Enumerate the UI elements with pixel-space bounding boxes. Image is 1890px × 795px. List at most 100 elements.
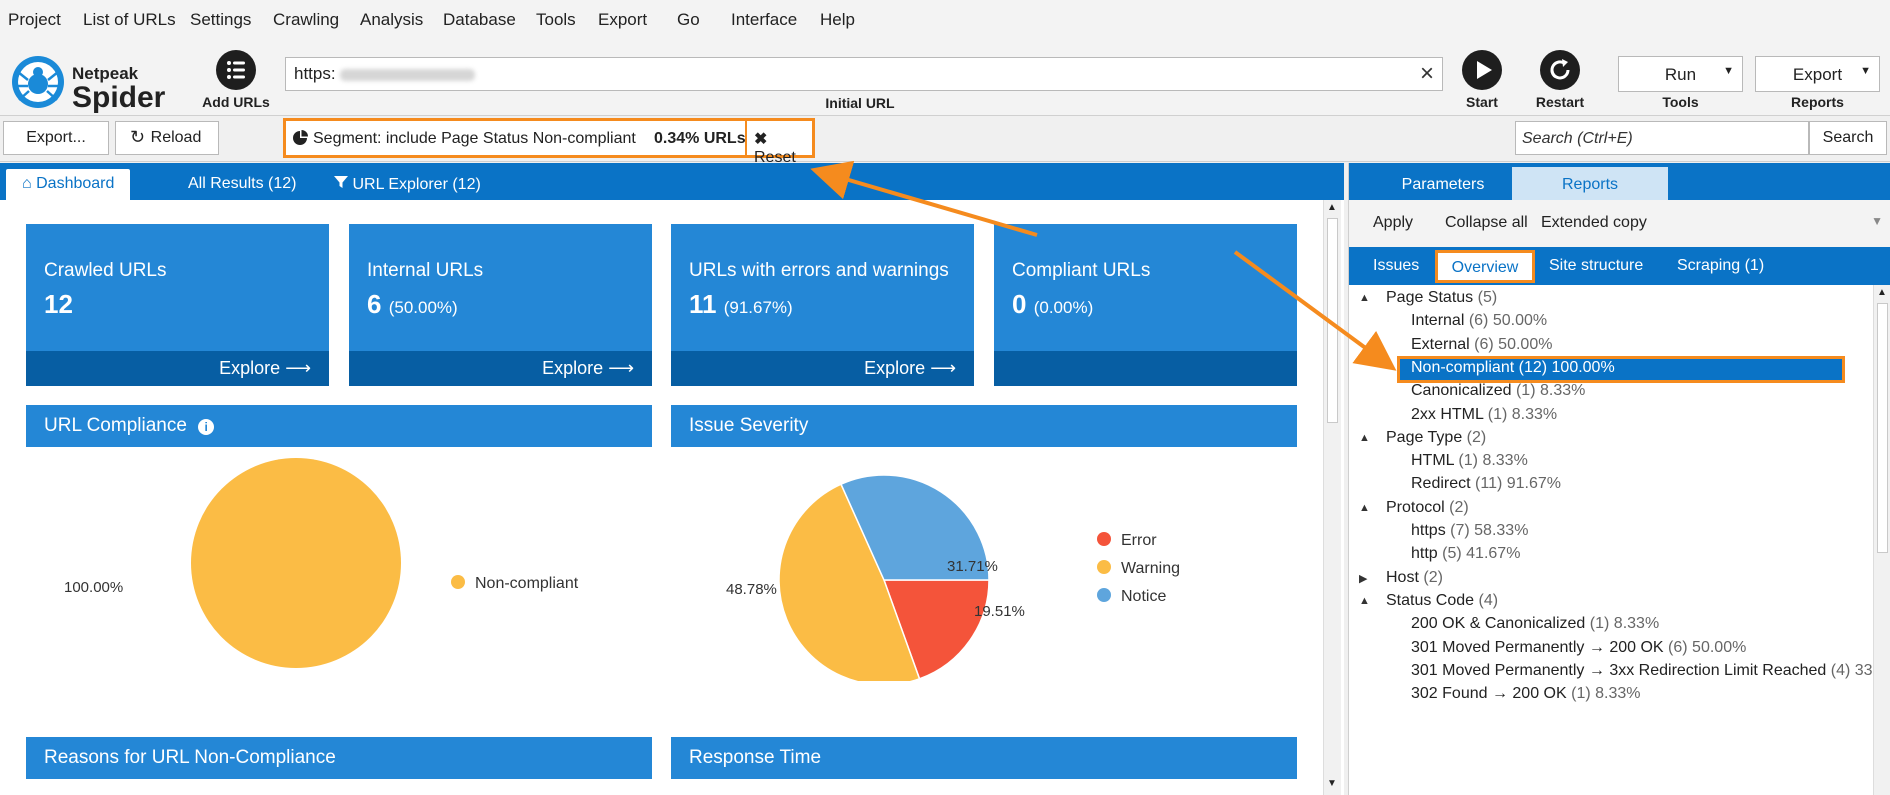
explore-button[interactable]: Explore ⟶	[542, 358, 634, 379]
collapse-all-button[interactable]: Collapse all	[1445, 214, 1528, 232]
menu-interface[interactable]: Interface	[731, 10, 797, 30]
tree-item[interactable]: http (5) 41.67%	[1411, 545, 1520, 563]
expanded-triangle-icon[interactable]: ▲	[1359, 502, 1370, 514]
start-button[interactable]	[1462, 50, 1502, 90]
legend-label: Notice	[1121, 588, 1166, 605]
pie-label: 31.71%	[947, 558, 998, 575]
menu-export[interactable]: Export	[598, 10, 647, 30]
menu-crawling[interactable]: Crawling	[273, 10, 339, 30]
expanded-triangle-icon[interactable]: ▲	[1359, 292, 1370, 304]
legend-label: Error	[1121, 532, 1157, 549]
menu-bar: Project List of URLs Settings Crawling A…	[0, 0, 1890, 40]
scroll-up-icon[interactable]: ▲	[1877, 287, 1887, 298]
scroll-up-icon[interactable]: ▲	[1327, 202, 1337, 213]
extended-copy-button[interactable]: Extended copy	[1541, 214, 1647, 232]
expanded-triangle-icon[interactable]: ▲	[1359, 595, 1370, 607]
main-toolbar: Netpeak Spider Add URLs https: × Initial…	[0, 40, 1890, 116]
card-value: 12	[44, 289, 73, 319]
tab-url-explorer-label: URL Explorer (12)	[352, 176, 481, 193]
pie-slice-non-compliant	[191, 458, 401, 668]
segment-text: Segment: include Page Status Non-complia…	[313, 130, 636, 147]
netpeak-spider-logo: Netpeak Spider	[10, 50, 180, 114]
pie-label: 48.78%	[726, 581, 777, 598]
chevron-down-icon: ▼	[1860, 65, 1871, 77]
pie-label: 100.00%	[64, 579, 123, 596]
reasons-header: Reasons for URL Non-Compliance	[26, 737, 652, 779]
menu-analysis[interactable]: Analysis	[360, 10, 423, 30]
tree-item[interactable]: Canonicalized (1) 8.33%	[1411, 382, 1585, 400]
tree-item[interactable]: HTML (1) 8.33%	[1411, 452, 1528, 470]
url-compliance-header: URL Compliance i	[26, 405, 652, 447]
explore-button[interactable]: Explore ⟶	[219, 358, 311, 379]
tree-group[interactable]: Host (2)	[1386, 569, 1443, 587]
card-internal-urls: Internal URLs 6 (50.00%) Explore ⟶	[349, 224, 652, 386]
card-compliant-urls: Compliant URLs 0 (0.00%)	[994, 224, 1297, 386]
tree-item[interactable]: 302 Found → 200 OK (1) 8.33%	[1411, 685, 1641, 703]
run-dropdown[interactable]: Run ▼	[1618, 56, 1743, 92]
tree-item[interactable]: 2xx HTML (1) 8.33%	[1411, 406, 1557, 424]
scrollbar-thumb[interactable]	[1327, 218, 1338, 423]
export-button[interactable]: Export...	[3, 121, 109, 155]
tab-overview[interactable]: Overview	[1435, 250, 1535, 283]
reset-segment-button[interactable]: ✖ Reset	[745, 120, 813, 166]
initial-url-input[interactable]: https: ×	[285, 57, 1443, 91]
tree-group[interactable]: Page Status (5)	[1386, 289, 1497, 307]
pie-label: 19.51%	[974, 603, 1025, 620]
chevron-down-icon[interactable]: ▼	[1871, 214, 1883, 228]
tree-item[interactable]: Non-compliant (12) 100.00%	[1411, 359, 1615, 377]
tree-item[interactable]: External (6) 50.00%	[1411, 336, 1552, 354]
tab-all-results[interactable]: All Results (12)	[188, 175, 296, 193]
search-button[interactable]: Search	[1809, 121, 1887, 155]
issue-severity-title: Issue Severity	[689, 415, 809, 436]
info-icon[interactable]: i	[198, 419, 215, 435]
tab-scraping[interactable]: Scraping (1)	[1677, 257, 1764, 275]
restart-icon	[1550, 59, 1570, 80]
explore-button[interactable]: Explore ⟶	[864, 358, 956, 379]
tab-parameters[interactable]: Parameters	[1373, 167, 1513, 200]
tab-reports[interactable]: Reports	[1512, 167, 1668, 200]
reload-button[interactable]: ↻ Reload	[115, 121, 219, 155]
menu-list-of-urls[interactable]: List of URLs	[83, 10, 176, 30]
tab-issues[interactable]: Issues	[1373, 257, 1419, 275]
tab-site-structure[interactable]: Site structure	[1549, 257, 1643, 275]
card-footer: Explore ⟶	[671, 351, 974, 386]
export-dropdown-label: Export	[1792, 65, 1843, 84]
tree-group[interactable]: Status Code (4)	[1386, 592, 1498, 610]
tree-group[interactable]: Protocol (2)	[1386, 499, 1469, 517]
menu-tools[interactable]: Tools	[536, 10, 576, 30]
tree-item[interactable]: 200 OK & Canonicalized (1) 8.33%	[1411, 615, 1659, 633]
export-dropdown[interactable]: Export ▼	[1755, 56, 1880, 92]
menu-help[interactable]: Help	[820, 10, 855, 30]
tree-item[interactable]: 301 Moved Permanently → 200 OK (6) 50.00…	[1411, 639, 1746, 657]
scroll-down-icon[interactable]: ▼	[1327, 778, 1337, 789]
tree-item[interactable]: https (7) 58.33%	[1411, 522, 1528, 540]
tree-item[interactable]: Internal (6) 50.00%	[1411, 312, 1547, 330]
collapsed-triangle-icon[interactable]: ▶	[1359, 572, 1367, 585]
menu-database[interactable]: Database	[443, 10, 516, 30]
dashboard-scrollbar[interactable]: ▲ ▼	[1323, 200, 1341, 795]
tree-group[interactable]: Page Type (2)	[1386, 429, 1486, 447]
tree-scrollbar[interactable]: ▲	[1873, 285, 1890, 795]
menu-settings[interactable]: Settings	[190, 10, 251, 30]
restart-button[interactable]	[1540, 50, 1580, 90]
card-footer: Explore ⟶	[26, 351, 329, 386]
url-blurred-domain	[339, 68, 475, 81]
legend-label: Warning	[1121, 560, 1180, 577]
tree-item[interactable]: Redirect (11) 91.67%	[1411, 475, 1561, 493]
tab-dashboard[interactable]: ⌂ Dashboard	[6, 169, 131, 200]
legend-label: Non-compliant	[475, 575, 579, 592]
menu-project[interactable]: Project	[8, 10, 61, 30]
start-label: Start	[1466, 94, 1498, 110]
tab-url-explorer[interactable]: URL Explorer (12)	[334, 175, 481, 194]
add-urls-button[interactable]	[216, 50, 256, 90]
clear-url-icon[interactable]: ×	[1420, 60, 1434, 88]
expanded-triangle-icon[interactable]: ▲	[1359, 432, 1370, 444]
initial-url-caption: Initial URL	[825, 95, 895, 111]
tree-item[interactable]: 301 Moved Permanently → 3xx Redirection …	[1411, 662, 1873, 680]
card-title: Internal URLs	[367, 260, 484, 281]
issue-severity-chart: 19.51% 48.78% 31.71% Error Warning Notice	[671, 447, 1297, 686]
menu-go[interactable]: Go	[677, 10, 700, 30]
search-input[interactable]: Search (Ctrl+E)	[1515, 121, 1809, 155]
scrollbar-thumb[interactable]	[1877, 303, 1888, 553]
apply-button[interactable]: Apply	[1373, 214, 1413, 232]
